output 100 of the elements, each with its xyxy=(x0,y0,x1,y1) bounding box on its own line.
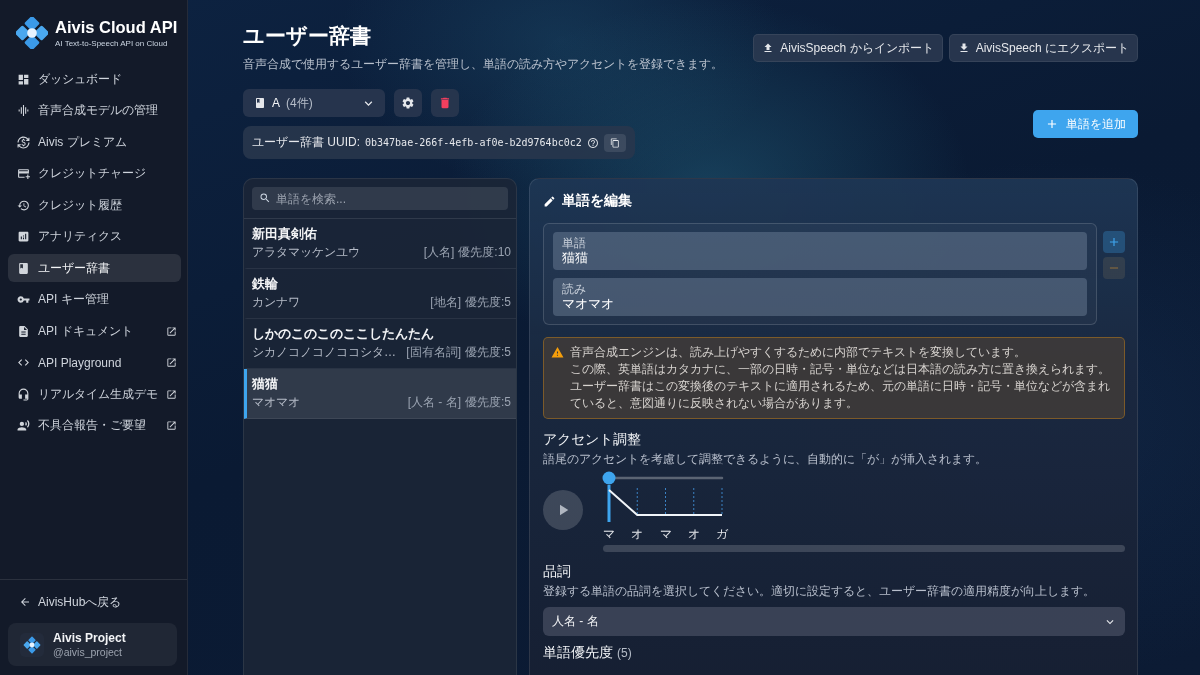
accent-slider-thumb[interactable] xyxy=(602,471,616,485)
word-item[interactable]: 鉄輪 カンナワ [地名] 優先度:5 xyxy=(244,269,516,319)
word-reading: シカノコノコノココシタ… xyxy=(252,344,397,361)
uuid-value: 0b347bae-266f-4efb-af0e-b2d9764bc0c2 xyxy=(365,137,582,148)
headset-icon xyxy=(17,387,30,401)
accent-marker xyxy=(607,485,611,522)
nav-item[interactable]: クレジット履歴 xyxy=(8,191,181,219)
profile-name: Aivis Project xyxy=(53,630,126,645)
import-button[interactable]: AivisSpeech からインポート xyxy=(753,34,943,62)
text-field[interactable]: 単語 猫猫 xyxy=(553,232,1087,270)
nav-item[interactable]: ダッシュボード xyxy=(8,65,181,93)
waveform-icon xyxy=(17,104,30,117)
person-speaking-icon xyxy=(17,419,30,432)
nav-item[interactable]: 不具合報告・ご要望 xyxy=(8,411,181,440)
dictionary-select[interactable]: A (4件) xyxy=(243,89,385,117)
mora-label: オ xyxy=(687,527,700,541)
copy-icon xyxy=(609,137,620,148)
plus-icon xyxy=(1107,235,1121,249)
play-button[interactable] xyxy=(543,490,583,530)
settings-icon xyxy=(401,96,415,110)
word-priority: 優先度:5 xyxy=(465,294,511,311)
page-title: ユーザー辞書 xyxy=(243,23,372,49)
mora-guide-line xyxy=(721,487,723,516)
upload-icon xyxy=(762,42,775,54)
section-description: 登録する単語の品詞を選択してください。適切に設定すると、ユーザー辞書の適用精度が向上します。 xyxy=(543,584,1096,599)
app-title: Aivis Cloud API xyxy=(55,17,178,37)
word-item[interactable]: 新田真剣佑 アラタマッケンユウ [人名] 優先度:10 xyxy=(244,219,516,269)
word-reading: マオマオ xyxy=(252,394,301,411)
word-priority: 優先度:5 xyxy=(465,394,511,411)
nav-item[interactable]: クレジットチャージ xyxy=(8,159,181,188)
page-subtitle: 音声合成で使用するユーザー辞書を管理し、単語の読み方やアクセントを登録できます。 xyxy=(243,56,723,72)
nav-item[interactable]: API Playground xyxy=(8,348,181,377)
word-category: [固有名詞] xyxy=(406,344,461,361)
word-category: [人名] xyxy=(423,244,455,261)
uuid-label: ユーザー辞書 UUID: xyxy=(252,134,360,151)
avatar-logo-icon xyxy=(20,632,44,657)
back-link[interactable]: AivisHubへ戻る xyxy=(19,593,122,611)
help-icon[interactable] xyxy=(586,136,599,149)
pencil-icon xyxy=(543,194,556,208)
field-value: 猫猫 xyxy=(562,250,589,266)
arrow-left-icon xyxy=(19,596,31,608)
copy-button[interactable] xyxy=(603,133,626,152)
search-icon xyxy=(259,192,271,204)
accent-slider-track[interactable] xyxy=(602,471,724,485)
mora-label: マ xyxy=(603,527,615,541)
nav-item[interactable]: API キー管理 xyxy=(8,285,181,314)
history-icon xyxy=(17,198,30,212)
nav-item[interactable]: API ドキュメント xyxy=(8,317,181,345)
nav-item[interactable]: ユーザー辞書 xyxy=(8,254,181,282)
book-icon xyxy=(17,261,30,275)
word-priority: 優先度:10 xyxy=(458,244,511,261)
section-title: 品詞 xyxy=(543,563,571,580)
mora-guide-line xyxy=(693,487,695,516)
code-icon xyxy=(17,356,30,369)
nav-item[interactable]: 音声合成モデルの管理 xyxy=(8,96,181,125)
field-label: 単語 xyxy=(562,236,587,250)
priority-value: (5) xyxy=(617,645,632,662)
word-item[interactable]: しかのこのこのここしたんたん シカノコノコノココシタ… [固有名詞] 優先度:5 xyxy=(244,319,516,369)
trash-icon xyxy=(438,96,452,110)
word-reading: アラタマッケンユウ xyxy=(252,244,361,261)
book-icon xyxy=(254,97,266,109)
settings-button[interactable] xyxy=(394,89,422,117)
mora-label: オ xyxy=(631,527,644,541)
word-surface: 新田真剣佑 xyxy=(252,225,318,243)
nav-item[interactable]: リアルタイム生成デモ xyxy=(8,380,181,408)
dashboard-icon xyxy=(17,72,30,86)
section-description: 語尾のアクセントを考慮して調整できるように、自動的に「が」が挿入されます。 xyxy=(543,452,988,467)
export-button[interactable]: AivisSpeech にエクスポート xyxy=(948,34,1138,62)
word-item[interactable]: 猫猫 マオマオ [人名 - 名] 優先度:5 xyxy=(244,369,516,419)
part-of-speech-select[interactable]: 人名 - 名 xyxy=(543,607,1125,636)
text-field[interactable]: 読み マオマオ xyxy=(553,278,1087,316)
logo-icon xyxy=(16,17,48,49)
warning-text: 音声合成エンジンは、読み上げやすくするために内部でテキストを変換しています。 xyxy=(570,344,1027,361)
delete-button[interactable] xyxy=(431,89,459,117)
section-title: 単語優先度 xyxy=(543,644,613,661)
word-category: [地名] xyxy=(430,294,461,311)
word-category: [人名 - 名] xyxy=(407,394,461,411)
word-surface: しかのこのこのここしたんたん xyxy=(252,325,435,343)
document-icon xyxy=(17,324,30,338)
horizontal-scrollbar[interactable] xyxy=(603,545,1125,552)
word-surface: 鉄輪 xyxy=(252,275,279,293)
warning-text: この際、英単語はカタカナに、一部の日時・記号・単位などは日本語の読み方に置き換えられます。 xyxy=(570,361,1111,378)
section-title: アクセント調整 xyxy=(543,431,641,448)
mora-guide-line xyxy=(665,487,666,516)
currency-exchange-icon xyxy=(17,135,30,149)
bar-chart-icon xyxy=(17,230,30,243)
mora-label: マ xyxy=(659,527,672,541)
nav-item[interactable]: Aivis プレミアム xyxy=(8,128,181,156)
field-value: マオマオ xyxy=(562,296,615,312)
nav-item[interactable]: アナリティクス xyxy=(8,222,181,251)
word-surface: 猫猫 xyxy=(252,375,279,393)
profile-card[interactable]: Aivis Project @aivis_project xyxy=(8,623,177,666)
app-subtitle: AI Text-to-Speech API on Cloud xyxy=(55,38,169,49)
add-reading-button[interactable] xyxy=(1103,231,1125,253)
card-plus-icon xyxy=(17,167,30,180)
editor-title: 単語を編集 xyxy=(562,192,632,210)
warning-text: ユーザー辞書はこの変換後のテキストに適用されるため、元の単語に日時・記号・単位などが含まれていると、意図通りに反映されない場合があります。 xyxy=(570,378,1111,412)
word-reading: カンナワ xyxy=(252,294,301,311)
warning-icon xyxy=(551,346,564,359)
word-priority: 優先度:5 xyxy=(465,344,511,361)
